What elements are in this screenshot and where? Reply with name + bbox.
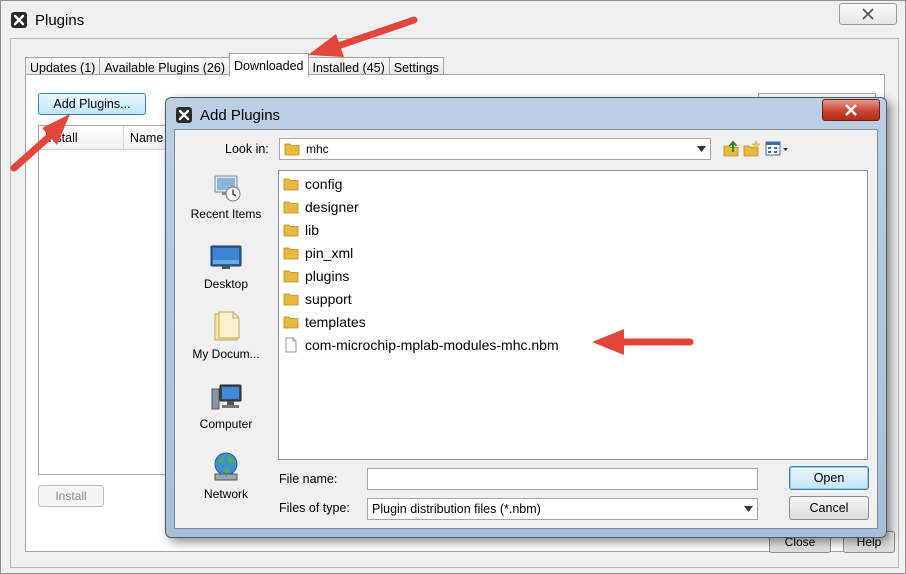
file-name-label: File name: <box>279 472 338 486</box>
folder-icon <box>283 314 299 330</box>
file-name: designer <box>305 198 359 215</box>
file-name: support <box>305 290 352 307</box>
window-close-button[interactable] <box>839 3 897 25</box>
file-icon <box>283 337 299 353</box>
place-desktop[interactable]: Desktop <box>183 240 269 304</box>
network-icon <box>214 452 238 481</box>
file-name: templates <box>305 313 366 330</box>
computer-icon <box>211 384 242 410</box>
add-plugins-dialog: Add Plugins Look in: mhc Recent Items De… <box>165 97 887 538</box>
recent-items-icon <box>214 175 241 202</box>
file-name: pin_xml <box>305 244 354 261</box>
folder-icon <box>283 268 299 284</box>
place-computer[interactable]: Computer <box>183 380 269 444</box>
list-item[interactable]: config <box>279 172 867 195</box>
chevron-down-icon[interactable] <box>692 139 710 159</box>
place-label: Recent Items <box>190 207 262 221</box>
add-plugins-button[interactable]: Add Plugins... <box>38 93 146 115</box>
place-network[interactable]: Network <box>183 450 269 514</box>
my-documents-icon <box>214 311 240 341</box>
file-name: plugins <box>305 267 350 284</box>
list-item[interactable]: lib <box>279 218 867 241</box>
folder-icon <box>283 291 299 307</box>
files-of-type-value: Plugin distribution files (*.nbm) <box>372 502 541 516</box>
chevron-down-icon[interactable] <box>739 499 757 519</box>
list-item[interactable]: support <box>279 287 867 310</box>
list-item[interactable]: plugins <box>279 264 867 287</box>
desktop-icon <box>210 245 242 269</box>
dialog-title: Add Plugins <box>200 106 281 124</box>
file-name-input[interactable] <box>367 468 758 490</box>
list-item[interactable]: templates <box>279 310 867 333</box>
folder-icon <box>283 222 299 238</box>
open-button[interactable]: Open <box>789 466 869 490</box>
place-label: Desktop <box>203 277 249 291</box>
files-of-type-label: Files of type: <box>279 501 350 515</box>
dialog-title-bar: Add Plugins <box>176 105 280 125</box>
up-folder-icon[interactable] <box>723 140 741 158</box>
file-name: config <box>305 175 343 192</box>
place-label: My Docum... <box>192 347 260 361</box>
install-button[interactable]: Install <box>38 485 104 507</box>
list-item[interactable]: pin_xml <box>279 241 867 264</box>
file-name: lib <box>305 221 320 238</box>
file-name: com-microchip-mplab-modules-mhc.nbm <box>305 336 559 353</box>
folder-icon <box>283 199 299 215</box>
dialog-client-area: Look in: mhc Recent Items Desktop My Doc… <box>174 129 878 529</box>
folder-icon <box>283 245 299 261</box>
folder-icon <box>283 176 299 192</box>
tab-downloaded[interactable]: Downloaded <box>229 53 309 77</box>
files-of-type-dropdown[interactable]: Plugin distribution files (*.nbm) <box>367 498 758 520</box>
folder-icon <box>284 143 300 156</box>
title-bar: Plugins <box>11 9 84 31</box>
file-list[interactable]: config designer lib pin_xml plugins supp… <box>278 170 868 460</box>
place-recent-items[interactable]: Recent Items <box>183 170 269 234</box>
place-my-documents[interactable]: My Docum... <box>183 310 269 374</box>
list-item[interactable]: designer <box>279 195 867 218</box>
cancel-button[interactable]: Cancel <box>789 496 869 520</box>
app-icon <box>11 12 27 28</box>
place-label: Network <box>203 487 248 501</box>
look-in-label: Look in: <box>225 142 269 156</box>
look-in-dropdown[interactable]: mhc <box>279 138 711 160</box>
app-icon <box>176 107 192 123</box>
window-title: Plugins <box>35 11 85 29</box>
close-icon <box>845 104 857 116</box>
look-in-value: mhc <box>306 142 329 156</box>
place-label: Computer <box>199 417 253 431</box>
new-folder-icon[interactable] <box>743 140 761 158</box>
places-bar: Recent Items Desktop My Docum... Compute… <box>183 170 269 520</box>
dialog-close-button[interactable] <box>822 99 880 121</box>
close-icon <box>862 8 874 20</box>
view-menu-icon[interactable] <box>765 140 789 158</box>
list-item[interactable]: com-microchip-mplab-modules-mhc.nbm <box>279 333 867 356</box>
column-install[interactable]: Install <box>39 126 124 149</box>
